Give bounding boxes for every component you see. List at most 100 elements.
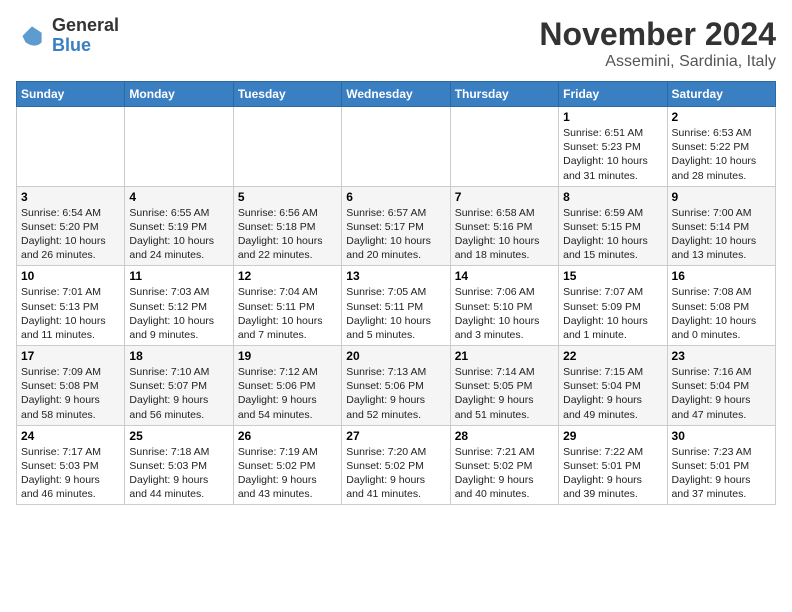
day-info: Sunrise: 7:20 AM Sunset: 5:02 PM Dayligh… <box>346 445 445 502</box>
calendar-week-3: 10Sunrise: 7:01 AM Sunset: 5:13 PM Dayli… <box>17 266 776 346</box>
day-number: 14 <box>455 269 554 283</box>
day-number: 16 <box>672 269 771 283</box>
day-info: Sunrise: 6:53 AM Sunset: 5:22 PM Dayligh… <box>672 126 771 183</box>
day-info: Sunrise: 6:59 AM Sunset: 5:15 PM Dayligh… <box>563 206 662 263</box>
day-info: Sunrise: 7:18 AM Sunset: 5:03 PM Dayligh… <box>129 445 228 502</box>
day-info: Sunrise: 7:00 AM Sunset: 5:14 PM Dayligh… <box>672 206 771 263</box>
day-number: 3 <box>21 190 120 204</box>
day-info: Sunrise: 7:05 AM Sunset: 5:11 PM Dayligh… <box>346 285 445 342</box>
logo: General Blue <box>16 16 119 56</box>
calendar-cell: 6Sunrise: 6:57 AM Sunset: 5:17 PM Daylig… <box>342 186 450 266</box>
day-number: 12 <box>238 269 337 283</box>
day-info: Sunrise: 6:51 AM Sunset: 5:23 PM Dayligh… <box>563 126 662 183</box>
calendar: SundayMondayTuesdayWednesdayThursdayFrid… <box>16 81 776 505</box>
calendar-cell: 29Sunrise: 7:22 AM Sunset: 5:01 PM Dayli… <box>559 425 667 505</box>
day-info: Sunrise: 7:15 AM Sunset: 5:04 PM Dayligh… <box>563 365 662 422</box>
calendar-header: SundayMondayTuesdayWednesdayThursdayFrid… <box>17 82 776 107</box>
day-info: Sunrise: 6:55 AM Sunset: 5:19 PM Dayligh… <box>129 206 228 263</box>
day-info: Sunrise: 7:17 AM Sunset: 5:03 PM Dayligh… <box>21 445 120 502</box>
day-info: Sunrise: 6:57 AM Sunset: 5:17 PM Dayligh… <box>346 206 445 263</box>
calendar-cell: 23 Sunrise: 7:16 AM Sunset: 5:04 PM Dayli… <box>667 346 775 426</box>
page-header: General Blue November 2024 Assemini, Sar… <box>16 16 776 71</box>
calendar-cell: 18 Sunrise: 7:10 AM Sunset: 5:07 PM Dayli… <box>125 346 233 426</box>
calendar-cell: 27 Sunrise: 7:20 AM Sunset: 5:02 PM Dayli… <box>342 425 450 505</box>
day-number: 8 <box>563 190 662 204</box>
calendar-cell: 25 Sunrise: 7:18 AM Sunset: 5:03 PM Dayli… <box>125 425 233 505</box>
weekday-header-tuesday: Tuesday <box>233 82 341 107</box>
day-number: 18 <box>129 349 228 363</box>
day-info: Sunrise: 7:03 AM Sunset: 5:12 PM Dayligh… <box>129 285 228 342</box>
calendar-cell: 16 Sunrise: 7:08 AM Sunset: 5:08 PM Dayli… <box>667 266 775 346</box>
day-number: 5 <box>238 190 337 204</box>
day-number: 22 <box>563 349 662 363</box>
location: Assemini, Sardinia, Italy <box>539 53 776 71</box>
calendar-cell: 30 Sunrise: 7:23 AM Sunset: 5:01 PM Dayli… <box>667 425 775 505</box>
calendar-week-4: 17 Sunrise: 7:09 AM Sunset: 5:08 PM Dayli… <box>17 346 776 426</box>
day-info: Sunrise: 7:23 AM Sunset: 5:01 PM Dayligh… <box>672 445 771 502</box>
day-number: 10 <box>21 269 120 283</box>
calendar-cell: 10Sunrise: 7:01 AM Sunset: 5:13 PM Dayli… <box>17 266 125 346</box>
calendar-cell: 17 Sunrise: 7:09 AM Sunset: 5:08 PM Dayli… <box>17 346 125 426</box>
calendar-cell: 5 Sunrise: 6:56 AM Sunset: 5:18 PM Daylig… <box>233 186 341 266</box>
calendar-cell: 26 Sunrise: 7:19 AM Sunset: 5:02 PM Dayli… <box>233 425 341 505</box>
calendar-cell: 28 Sunrise: 7:21 AM Sunset: 5:02 PM Dayli… <box>450 425 558 505</box>
day-number: 9 <box>672 190 771 204</box>
weekday-header-wednesday: Wednesday <box>342 82 450 107</box>
day-number: 27 <box>346 429 445 443</box>
day-info: Sunrise: 7:08 AM Sunset: 5:08 PM Dayligh… <box>672 285 771 342</box>
calendar-cell: 21 Sunrise: 7:14 AM Sunset: 5:05 PM Dayli… <box>450 346 558 426</box>
logo-icon <box>16 20 48 52</box>
calendar-cell: 15Sunrise: 7:07 AM Sunset: 5:09 PM Dayli… <box>559 266 667 346</box>
calendar-cell <box>125 107 233 187</box>
day-info: Sunrise: 7:13 AM Sunset: 5:06 PM Dayligh… <box>346 365 445 422</box>
day-info: Sunrise: 7:09 AM Sunset: 5:08 PM Dayligh… <box>21 365 120 422</box>
calendar-cell: 20 Sunrise: 7:13 AM Sunset: 5:06 PM Dayli… <box>342 346 450 426</box>
day-number: 19 <box>238 349 337 363</box>
calendar-cell: 9 Sunrise: 7:00 AM Sunset: 5:14 PM Daylig… <box>667 186 775 266</box>
calendar-cell <box>450 107 558 187</box>
day-info: Sunrise: 7:16 AM Sunset: 5:04 PM Dayligh… <box>672 365 771 422</box>
day-number: 21 <box>455 349 554 363</box>
calendar-cell <box>342 107 450 187</box>
day-number: 1 <box>563 110 662 124</box>
month-title: November 2024 <box>539 16 776 53</box>
logo-blue: Blue <box>52 36 119 56</box>
calendar-cell: 4 Sunrise: 6:55 AM Sunset: 5:19 PM Daylig… <box>125 186 233 266</box>
day-number: 15 <box>563 269 662 283</box>
day-number: 20 <box>346 349 445 363</box>
weekday-header-sunday: Sunday <box>17 82 125 107</box>
calendar-cell: 11 Sunrise: 7:03 AM Sunset: 5:12 PM Dayli… <box>125 266 233 346</box>
title-block: November 2024 Assemini, Sardinia, Italy <box>539 16 776 71</box>
calendar-cell: 12Sunrise: 7:04 AM Sunset: 5:11 PM Dayli… <box>233 266 341 346</box>
day-info: Sunrise: 6:54 AM Sunset: 5:20 PM Dayligh… <box>21 206 120 263</box>
day-info: Sunrise: 6:56 AM Sunset: 5:18 PM Dayligh… <box>238 206 337 263</box>
weekday-header-row: SundayMondayTuesdayWednesdayThursdayFrid… <box>17 82 776 107</box>
calendar-cell: 2Sunrise: 6:53 AM Sunset: 5:22 PM Daylig… <box>667 107 775 187</box>
day-number: 7 <box>455 190 554 204</box>
day-number: 25 <box>129 429 228 443</box>
day-number: 11 <box>129 269 228 283</box>
day-info: Sunrise: 7:21 AM Sunset: 5:02 PM Dayligh… <box>455 445 554 502</box>
calendar-body: 1 Sunrise: 6:51 AM Sunset: 5:23 PM Daylig… <box>17 107 776 505</box>
weekday-header-saturday: Saturday <box>667 82 775 107</box>
day-number: 30 <box>672 429 771 443</box>
day-number: 24 <box>21 429 120 443</box>
weekday-header-friday: Friday <box>559 82 667 107</box>
weekday-header-monday: Monday <box>125 82 233 107</box>
calendar-week-1: 1 Sunrise: 6:51 AM Sunset: 5:23 PM Daylig… <box>17 107 776 187</box>
calendar-cell: 14Sunrise: 7:06 AM Sunset: 5:10 PM Dayli… <box>450 266 558 346</box>
day-number: 17 <box>21 349 120 363</box>
calendar-week-2: 3 Sunrise: 6:54 AM Sunset: 5:20 PM Daylig… <box>17 186 776 266</box>
day-info: Sunrise: 7:10 AM Sunset: 5:07 PM Dayligh… <box>129 365 228 422</box>
weekday-header-thursday: Thursday <box>450 82 558 107</box>
day-info: Sunrise: 7:14 AM Sunset: 5:05 PM Dayligh… <box>455 365 554 422</box>
day-number: 4 <box>129 190 228 204</box>
day-info: Sunrise: 6:58 AM Sunset: 5:16 PM Dayligh… <box>455 206 554 263</box>
calendar-cell: 8 Sunrise: 6:59 AM Sunset: 5:15 PM Daylig… <box>559 186 667 266</box>
day-number: 23 <box>672 349 771 363</box>
day-number: 29 <box>563 429 662 443</box>
day-number: 28 <box>455 429 554 443</box>
day-number: 26 <box>238 429 337 443</box>
logo-general: General <box>52 16 119 36</box>
day-info: Sunrise: 7:19 AM Sunset: 5:02 PM Dayligh… <box>238 445 337 502</box>
